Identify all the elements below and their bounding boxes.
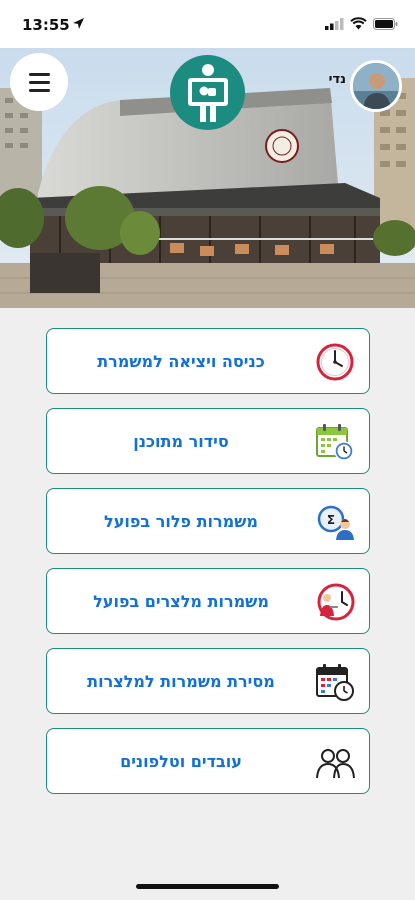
home-indicator[interactable] bbox=[136, 884, 279, 889]
menu-item-floor-shifts-actual[interactable]: משמרות פלור בפועל Σ bbox=[46, 488, 370, 554]
app-logo bbox=[170, 55, 245, 130]
battery-icon bbox=[373, 18, 398, 30]
menu-icon-bar bbox=[28, 80, 50, 84]
menu-item-shift-handover-waitresses[interactable]: מסירת משמרות למלצרות bbox=[46, 648, 370, 714]
menu-item-label: כניסה ויציאה למשמרת bbox=[97, 351, 265, 371]
user-photo-icon bbox=[353, 63, 399, 109]
calendar-clock-dark-icon bbox=[316, 664, 354, 701]
users-icon bbox=[316, 749, 355, 779]
clock-icon bbox=[316, 343, 354, 381]
menu-item-planned-schedule[interactable]: סידור מתוכנן bbox=[46, 408, 370, 474]
location-arrow-icon bbox=[73, 18, 84, 29]
wifi-icon bbox=[350, 17, 367, 30]
menu-item-label: עובדים וטלפונים bbox=[120, 751, 242, 771]
menu-item-label: סידור מתוכנן bbox=[133, 431, 229, 451]
user-name: נדי bbox=[328, 72, 346, 87]
calendar-clock-icon bbox=[316, 424, 354, 461]
menu-item-label: מסירת משמרות למלצרות bbox=[87, 671, 275, 691]
svg-text:Σ: Σ bbox=[327, 513, 335, 527]
menu-item-employees-phones[interactable]: עובדים וטלפונים bbox=[46, 728, 370, 794]
waiter-board-icon bbox=[187, 63, 228, 122]
avatar[interactable] bbox=[350, 60, 402, 112]
waiter-clock-icon bbox=[317, 583, 355, 621]
status-bar: 13:55 bbox=[0, 0, 415, 48]
menu-item-waiter-shifts-actual[interactable]: משמרות מלצרים בפועל bbox=[46, 568, 370, 634]
cellular-signal-icon bbox=[325, 18, 344, 30]
menu-item-label: משמרות מלצרים בפועל bbox=[93, 591, 269, 611]
menu-icon-bar bbox=[28, 72, 50, 76]
status-time: 13:55 bbox=[22, 16, 70, 34]
main-menu: כניסה ויציאה למשמרת סידור מתוכנן משמרות … bbox=[46, 328, 370, 808]
menu-icon-bar bbox=[28, 88, 50, 92]
menu-item-shift-entry-exit[interactable]: כניסה ויציאה למשמרת bbox=[46, 328, 370, 394]
menu-item-label: משמרות פלור בפועל bbox=[104, 511, 258, 531]
hamburger-menu-button[interactable] bbox=[10, 53, 68, 111]
person-clock-icon: Σ bbox=[317, 505, 354, 540]
